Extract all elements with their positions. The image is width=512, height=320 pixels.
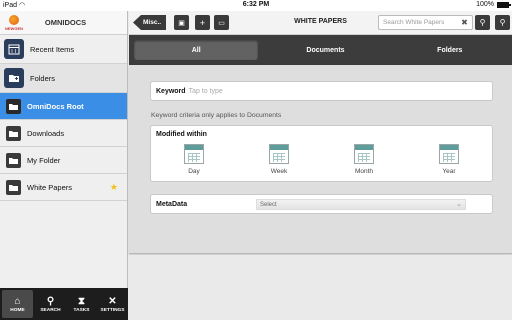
sidebar-title: OMNIDOCS — [44, 18, 87, 27]
folder-icon — [6, 98, 21, 114]
plus-icon: + — [199, 17, 206, 28]
calendar-icon — [269, 144, 289, 164]
sidebar: NEWGEN OMNIDOCS Recent Items Folders Omn… — [0, 11, 128, 320]
tab-search[interactable]: ⚲ SEARCH — [35, 288, 66, 320]
period-label: Year — [442, 168, 456, 175]
sidebar-item-folders[interactable]: Folders — [0, 64, 127, 93]
folder-add-icon — [4, 68, 24, 88]
folder-icon — [6, 152, 21, 168]
add-button[interactable]: + — [195, 15, 210, 30]
metadata-field: MetaData Select ⌄ — [150, 194, 493, 214]
keyword-placeholder: Tap to type — [188, 87, 223, 95]
search-options-icon: ⚲ — [499, 18, 506, 27]
sidebar-item-recent-items[interactable]: Recent Items — [0, 35, 127, 64]
sidebar-item-omnidocs-root[interactable]: OmniDocs Root — [0, 93, 127, 120]
period-label: Week — [270, 168, 288, 175]
clear-icon[interactable]: ✖ — [460, 18, 469, 27]
main-content: Misc.. ▣ + ▭ WHITE PAPERS Search White P… — [129, 11, 512, 320]
period-label: Day — [188, 168, 200, 175]
segment-documents[interactable]: Documents — [263, 35, 387, 65]
sidebar-item-label: Recent Items — [30, 44, 75, 54]
calendar-icon — [439, 144, 459, 164]
calendar-icon — [4, 39, 24, 59]
tab-label: TASKS — [73, 307, 90, 313]
metadata-select[interactable]: Select ⌄ — [256, 199, 466, 210]
calendar-icon — [354, 144, 374, 164]
chevron-down-icon: ⌄ — [456, 201, 462, 208]
period-week[interactable]: Week — [259, 144, 299, 175]
tab-label: SETTINGS — [100, 307, 125, 313]
search-icon: ⚲ — [46, 295, 55, 307]
segmented-control: All Documents Folders — [129, 35, 512, 65]
search-panel: Keyword Tap to type Keyword criteria onl… — [129, 65, 512, 254]
period-day[interactable]: Day — [174, 144, 214, 175]
home-icon: ⌂ — [14, 295, 21, 307]
search-options-button[interactable]: ⚲ — [495, 15, 510, 30]
sidebar-item-label: OmniDocs Root — [27, 101, 84, 111]
status-bar: iPad ◠ 6:32 PM 100% — [0, 0, 512, 11]
tab-settings[interactable]: ✕ SETTINGS — [97, 288, 128, 320]
top-toolbar: Misc.. ▣ + ▭ WHITE PAPERS Search White P… — [129, 11, 512, 35]
period-month[interactable]: Month — [344, 144, 384, 175]
search-icon: ⚲ — [479, 18, 486, 27]
modified-within-label: Modified within — [156, 131, 207, 138]
newgen-logo: NEWGEN — [4, 13, 24, 33]
metadata-label: MetaData — [156, 200, 188, 208]
tools-icon: ✕ — [108, 295, 117, 307]
clock: 6:32 PM — [242, 1, 270, 8]
battery-icon — [497, 1, 511, 8]
keyword-field[interactable]: Keyword Tap to type — [150, 81, 493, 101]
period-year[interactable]: Year — [429, 144, 469, 175]
search-placeholder: Search White Papers — [383, 19, 445, 26]
keyword-label: Keyword — [156, 87, 186, 95]
period-label: Month — [354, 168, 374, 175]
back-button[interactable]: Misc.. — [133, 15, 167, 30]
tab-label: HOME — [10, 307, 25, 313]
sidebar-item-my-folder[interactable]: My Folder — [0, 147, 127, 174]
tab-home[interactable]: ⌂ HOME — [2, 290, 33, 318]
home-folder-button[interactable]: ▣ — [174, 15, 189, 30]
sidebar-item-label: Downloads — [27, 128, 65, 138]
keyword-note: Keyword criteria only applies to Documen… — [151, 112, 282, 119]
search-input[interactable]: Search White Papers ✖ — [378, 15, 473, 30]
sidebar-item-label: My Folder — [27, 155, 61, 165]
calendar-icon — [184, 144, 204, 164]
favorite-star-icon[interactable]: ★ — [110, 182, 118, 193]
sidebar-item-label: Folders — [30, 73, 56, 83]
tab-label: SEARCH — [40, 307, 61, 313]
segment-folders[interactable]: Folders — [388, 35, 512, 65]
folder-home-icon: ▣ — [178, 19, 185, 27]
search-button[interactable]: ⚲ — [475, 15, 490, 30]
sidebar-item-label: White Papers — [27, 182, 73, 192]
battery-percent: 100% — [476, 1, 494, 8]
sidebar-item-white-papers[interactable]: White Papers ★ — [0, 174, 127, 201]
folder-open-icon: ▭ — [218, 19, 225, 27]
segment-all[interactable]: All — [134, 40, 259, 60]
open-folder-button[interactable]: ▭ — [214, 15, 229, 30]
sidebar-header: NEWGEN OMNIDOCS — [0, 11, 127, 35]
tab-tasks[interactable]: ⧗ TASKS — [66, 288, 97, 320]
hourglass-icon: ⧗ — [77, 295, 86, 307]
metadata-select-value: Select — [260, 202, 277, 208]
modified-within-card: Modified within Day Week Month Year — [150, 125, 493, 182]
empty-area — [129, 255, 512, 320]
folder-icon — [6, 125, 21, 141]
bottom-tab-bar: ⌂ HOME ⚲ SEARCH ⧗ TASKS ✕ SETTINGS — [0, 288, 128, 320]
folder-icon — [6, 179, 21, 195]
sidebar-item-downloads[interactable]: Downloads — [0, 120, 127, 147]
